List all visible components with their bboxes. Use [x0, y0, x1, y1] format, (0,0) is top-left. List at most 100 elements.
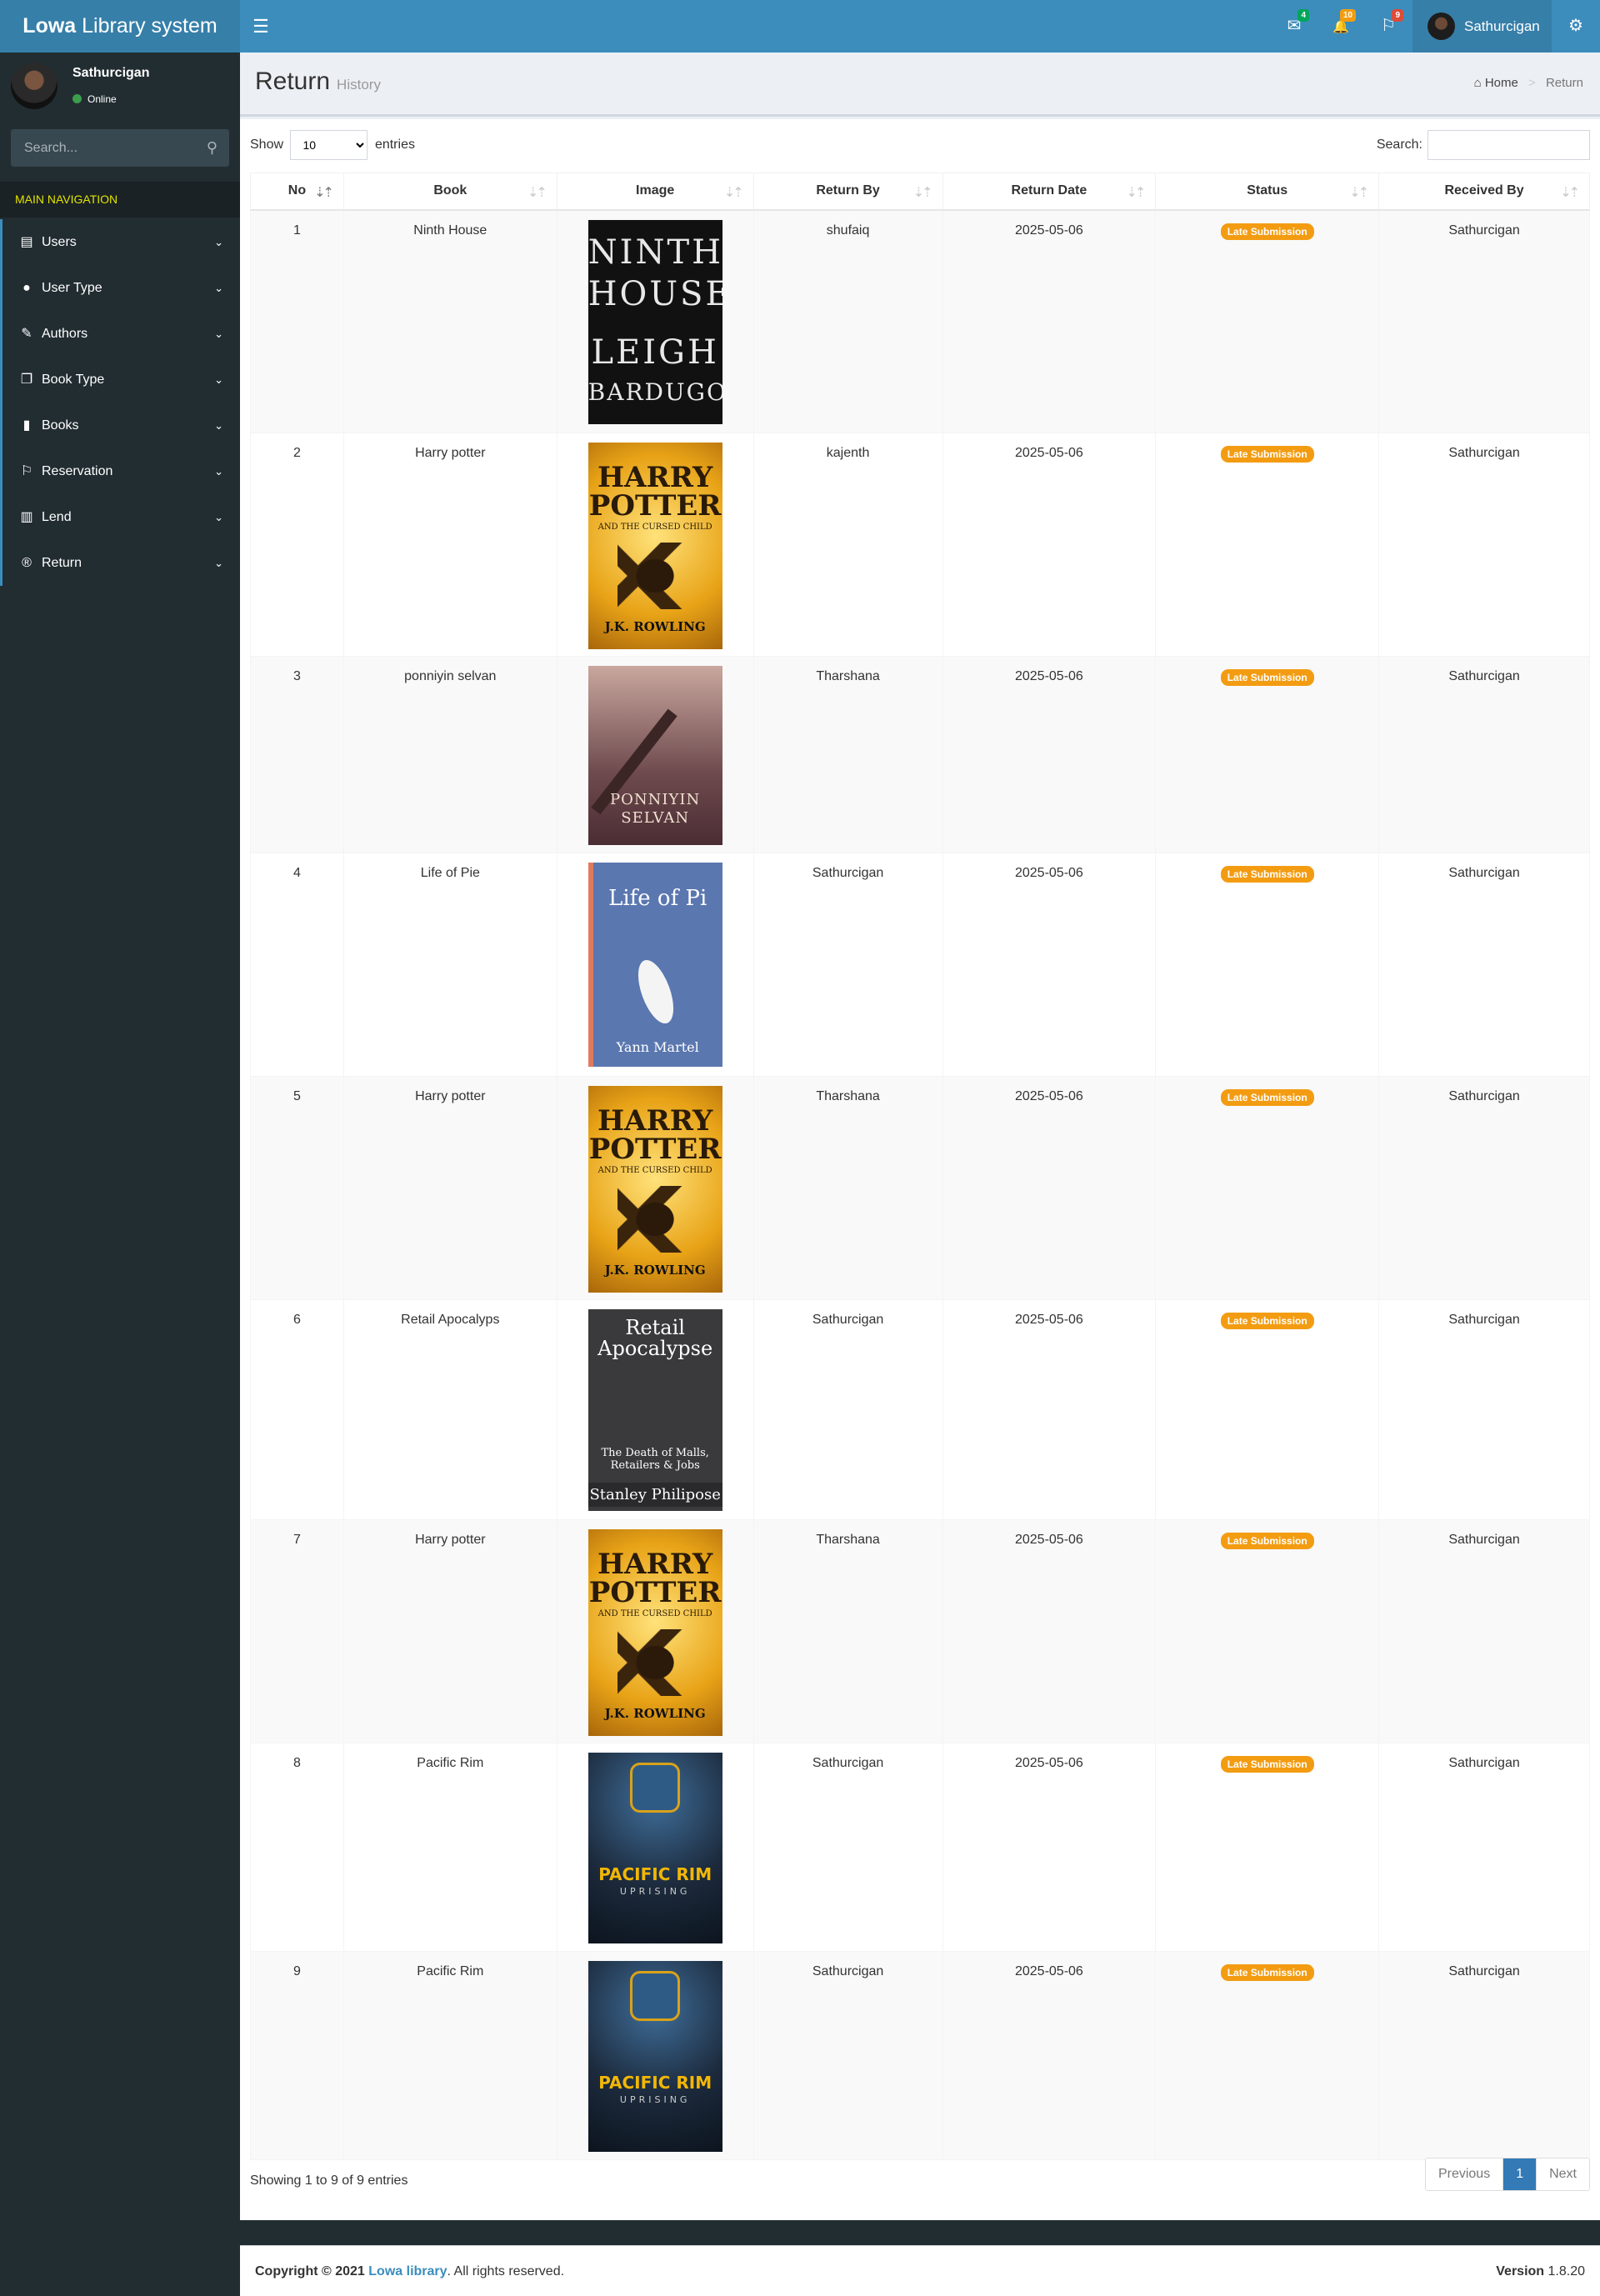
cell-return-by: Tharshana: [752, 1076, 943, 1300]
breadcrumb-home[interactable]: Home: [1485, 76, 1518, 90]
cell-no: 7: [250, 1519, 344, 1743]
cell-status: Late Submission: [1155, 1951, 1380, 2160]
search-icon[interactable]: ⚲: [207, 139, 218, 157]
chevron-down-icon: ⌄: [214, 465, 223, 478]
cover-line: UPRISING: [619, 1886, 691, 1897]
cover-line: POTTER: [588, 1133, 722, 1166]
messages-button[interactable]: ✉ 4: [1271, 0, 1318, 53]
sidebar-item-lend[interactable]: ▥ Lend ⌄: [0, 494, 240, 540]
sidebar-item-label: Authors: [42, 327, 88, 341]
cell-image: Life of Pi Yann Martel: [556, 853, 754, 1077]
cover-line: NINTH: [588, 233, 722, 272]
table-search-input[interactable]: [1428, 130, 1590, 160]
status-badge: Late Submission: [1220, 669, 1314, 686]
pagination: Previous 1 Next: [1424, 2158, 1590, 2191]
cell-received-by: Sathurcigan: [1378, 433, 1590, 657]
table-row: 7 Harry potter HARRY POTTER AND THE CURSED C…: [250, 1519, 1590, 1743]
wings-emblem: [618, 543, 693, 609]
table-search: Search:: [1377, 130, 1590, 160]
cover-line: SELVAN: [621, 809, 690, 827]
sort-icon: ⇣⇡: [1560, 186, 1580, 200]
sidebar-item-book-type[interactable]: ❐ Book Type ⌄: [0, 357, 240, 403]
sidebar-item-user-type[interactable]: ● User Type ⌄: [0, 265, 240, 311]
cell-no: 9: [250, 1951, 344, 2160]
sort-icon: ⇣⇡: [723, 186, 744, 200]
column-label: Return Date: [1011, 183, 1088, 198]
notifications-button[interactable]: 🔔 10: [1318, 0, 1364, 53]
sidebar-item-reservation[interactable]: ⚐ Reservation ⌄: [0, 448, 240, 494]
copy-icon: ❐: [20, 373, 33, 387]
cell-return-date: 2025-05-06: [942, 209, 1157, 433]
sidebar-item-books[interactable]: ▮ Books ⌄: [0, 403, 240, 448]
table-row: 6 Retail Apocalyps Retail Apocalypse The Dea…: [250, 1299, 1590, 1520]
cover-line: BARDUGO: [588, 378, 722, 406]
wings-emblem: [618, 1629, 693, 1696]
cover-line: Life of Pi: [608, 886, 708, 911]
rights-text: . All rights reserved.: [447, 2264, 565, 2278]
breadcrumb-current: Return: [1545, 76, 1583, 90]
cell-received-by: Sathurcigan: [1378, 853, 1590, 1077]
column-header-received-by[interactable]: Received By ⇣⇡: [1378, 173, 1590, 211]
sidebar-search: ⚲: [11, 129, 229, 167]
tasks-button[interactable]: ⚐ 9: [1365, 0, 1412, 53]
cell-image: PACIFIC RIM UPRISING: [556, 1743, 754, 1952]
cell-book: Harry potter: [342, 433, 558, 657]
column-header-book[interactable]: Book ⇣⇡: [342, 173, 558, 211]
logo-text: Library system: [76, 14, 218, 38]
column-label: Return By: [816, 183, 880, 198]
cell-image: NINTH HOUSE LEIGH BARDUGO: [556, 209, 754, 433]
sidebar-item-return[interactable]: ® Return ⌄: [0, 540, 240, 586]
cover-line: AND THE CURSED CHILD: [598, 1609, 712, 1618]
version-label: Version: [1496, 2264, 1545, 2278]
column-header-status[interactable]: Status ⇣⇡: [1155, 173, 1380, 211]
entries-select[interactable]: 10: [290, 130, 368, 160]
column-label: Image: [636, 183, 675, 198]
table-row: 5 Harry potter HARRY POTTER AND THE CURSED C…: [250, 1076, 1590, 1300]
table-box: Show 10 entries Search: No ⇣⇡ Book ⇣⇡ Image ⇣…: [240, 119, 1600, 2220]
chevron-down-icon: ⌄: [214, 511, 223, 523]
gears-icon[interactable]: ⚙: [1552, 0, 1600, 53]
book-cover-image: PONNIYIN SELVAN: [588, 666, 722, 845]
sidebar-item-label: Reservation: [42, 464, 113, 478]
column-header-no[interactable]: No ⇣⇡: [250, 173, 344, 211]
cover-line: J.K. ROWLING: [604, 1706, 706, 1721]
user-panel: Sathurcigan Online: [0, 53, 240, 123]
app-logo[interactable]: Lowa Library system: [0, 0, 240, 53]
table-header-row: No ⇣⇡ Book ⇣⇡ Image ⇣⇡ Return By ⇣⇡ Return Date ⇣…: [250, 173, 1590, 211]
robot-head-shape: [629, 1763, 680, 1813]
status-badge: Late Submission: [1220, 1533, 1314, 1549]
cover-line: PACIFIC RIM: [598, 2073, 712, 2093]
table-row: 9 Pacific Rim PACIFIC RIM UPRISING Sathurcig…: [250, 1951, 1590, 2160]
column-header-return-date[interactable]: Return Date ⇣⇡: [942, 173, 1157, 211]
table-row: 3 ponniyin selvan PONNIYIN SELVAN Tharshana 2…: [250, 656, 1590, 853]
cell-received-by: Sathurcigan: [1378, 1743, 1590, 1952]
sidebar-item-users[interactable]: ▤ Users ⌄: [0, 219, 240, 265]
tasks-count: 9: [1392, 9, 1403, 22]
sidebar-item-authors[interactable]: ✎ Authors ⌄: [0, 311, 240, 357]
footer-link[interactable]: Lowa library: [368, 2264, 447, 2278]
column-header-image[interactable]: Image ⇣⇡: [556, 173, 754, 211]
sidebar-user-name: Sathurcigan: [72, 66, 150, 80]
table-info: Showing 1 to 9 of 9 entries: [250, 2173, 408, 2188]
sidebar-search-input[interactable]: [11, 129, 190, 167]
cell-return-date: 2025-05-06: [942, 1299, 1157, 1520]
online-dot-icon: [72, 94, 82, 103]
next-button[interactable]: Next: [1537, 2158, 1589, 2190]
cover-line: The Death of Malls, Retailers & Jobs: [601, 1447, 709, 1472]
user-menu[interactable]: Sathurcigan: [1412, 0, 1552, 53]
book-cover-image: HARRY POTTER AND THE CURSED CHILD J.K. ROWL…: [588, 1529, 722, 1736]
book-cover-image: PACIFIC RIM UPRISING: [588, 1753, 722, 1943]
page-1-button[interactable]: 1: [1502, 2158, 1538, 2190]
previous-button[interactable]: Previous: [1425, 2158, 1503, 2190]
column-header-return-by[interactable]: Return By ⇣⇡: [752, 173, 943, 211]
cover-line: J.K. ROWLING: [604, 619, 706, 634]
sidebar-toggle-icon[interactable]: ☰: [240, 0, 282, 53]
cover-line: POTTER: [588, 489, 722, 523]
status-badge: Late Submission: [1220, 1313, 1314, 1329]
cell-image: HARRY POTTER AND THE CURSED CHILD J.K. ROWL…: [556, 1076, 754, 1300]
boat-shape: [631, 955, 681, 1028]
column-label: No: [288, 183, 307, 198]
content-header: Return History ⌂ Home > Return: [240, 53, 1600, 117]
cell-book: ponniyin selvan: [342, 656, 558, 853]
cell-image: HARRY POTTER AND THE CURSED CHILD J.K. ROWL…: [556, 433, 754, 657]
